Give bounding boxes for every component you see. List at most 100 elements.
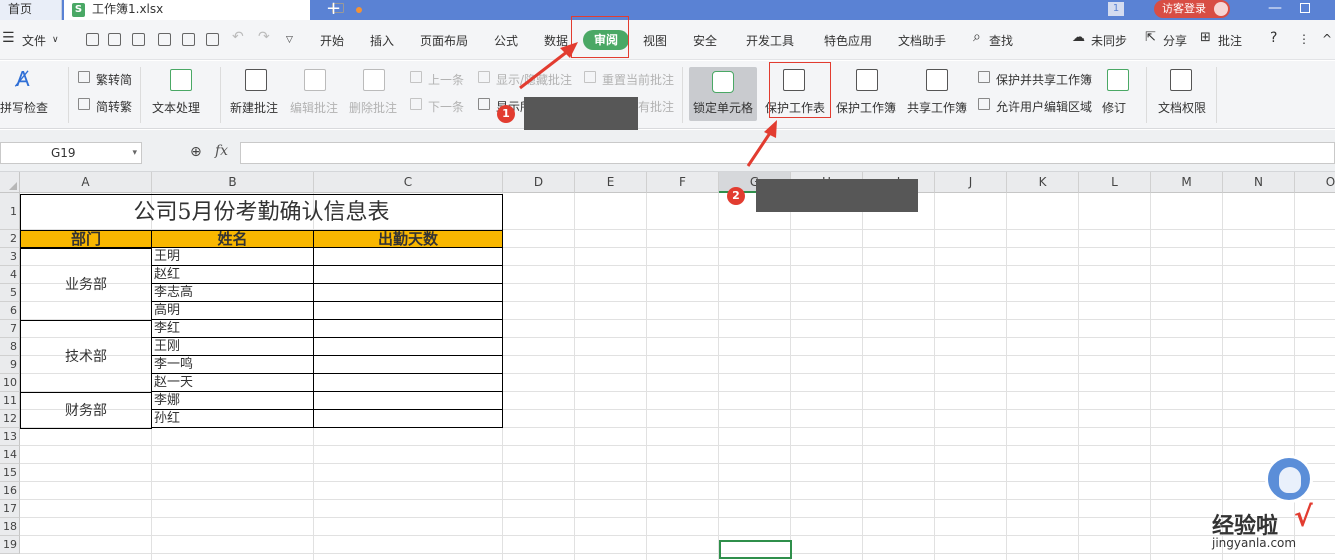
collapse-ribbon-icon[interactable]: ^ (1322, 32, 1332, 46)
revise-button[interactable]: 修订 (1102, 99, 1126, 116)
save-icon[interactable] (132, 33, 145, 46)
share-icon[interactable]: ⇱ (1145, 30, 1156, 45)
row-header-3[interactable]: 3 (0, 248, 20, 266)
share-button[interactable]: 分享 (1163, 32, 1187, 49)
sync-status[interactable]: 未同步 (1091, 32, 1127, 49)
row-header-17[interactable]: 17 (0, 500, 20, 518)
row-header-9[interactable]: 9 (0, 356, 20, 374)
tab-home[interactable]: 首页 (0, 0, 62, 20)
row-header-12[interactable]: 12 (0, 410, 20, 428)
attendance-days-cell[interactable] (314, 266, 503, 284)
export-pdf-icon[interactable] (158, 33, 171, 46)
share-workbook-button[interactable]: 共享工作簿 (907, 99, 967, 116)
row-header-16[interactable]: 16 (0, 482, 20, 500)
share-workbook-icon[interactable] (926, 69, 948, 91)
row-header-5[interactable]: 5 (0, 284, 20, 302)
search-icon[interactable]: ⌕ (973, 29, 981, 45)
print-preview-icon[interactable] (206, 33, 219, 46)
zoom-formula-icon[interactable]: ⊕ (190, 144, 202, 160)
menu-tab-developer[interactable]: 开发工具 (746, 32, 794, 49)
row-header-11[interactable]: 11 (0, 392, 20, 410)
row-header-6[interactable]: 6 (0, 302, 20, 320)
menu-tab-insert[interactable]: 插入 (370, 32, 394, 49)
dept-cell-finance[interactable]: 财务部 (20, 392, 152, 429)
undo-icon[interactable]: ↶ (232, 29, 244, 45)
revise-icon[interactable] (1107, 69, 1129, 91)
name-cell[interactable]: 王刚 (152, 338, 314, 356)
column-header-n[interactable]: N (1223, 172, 1295, 193)
chevron-down-icon[interactable]: ∨ (52, 35, 59, 45)
reset-current-comment-button[interactable]: 重置当前批注 (602, 71, 674, 88)
search-button[interactable]: 查找 (989, 32, 1013, 49)
window-count-badge[interactable]: 1 (1108, 2, 1124, 16)
row-header-4[interactable]: 4 (0, 266, 20, 284)
name-cell[interactable]: 李一鸣 (152, 356, 314, 374)
delete-comment-icon[interactable] (363, 69, 385, 91)
row-header-15[interactable]: 15 (0, 464, 20, 482)
name-cell[interactable]: 王明 (152, 248, 314, 266)
protect-workbook-button[interactable]: 保护工作簿 (836, 99, 896, 116)
row-header-13[interactable]: 13 (0, 428, 20, 446)
function-icon[interactable]: fx (215, 143, 228, 159)
attendance-days-cell[interactable] (314, 374, 503, 392)
name-cell[interactable]: 高明 (152, 302, 314, 320)
row-header-2[interactable]: 2 (0, 230, 20, 248)
comment-button[interactable]: 批注 (1218, 32, 1242, 49)
doc-permissions-button[interactable]: 文档权限 (1158, 99, 1206, 116)
name-box[interactable]: G19 ▾ (0, 142, 142, 164)
more-options-icon[interactable]: ⋮ (1298, 32, 1310, 46)
comment-icon[interactable]: ⊞ (1200, 30, 1211, 45)
attendance-days-cell[interactable] (314, 392, 503, 410)
edit-comment-button[interactable]: 编辑批注 (290, 99, 338, 116)
doc-permissions-icon[interactable] (1170, 69, 1192, 91)
spreadsheet-grid[interactable]: ABCDEFGHIJKLMNO 123456789101112131415161… (0, 172, 1335, 560)
row-header-10[interactable]: 10 (0, 374, 20, 392)
row-header-19[interactable]: 19 (0, 536, 20, 554)
new-comment-icon[interactable] (245, 69, 267, 91)
spell-check-icon[interactable]: A̸ (16, 67, 30, 91)
trad-to-simp-button[interactable]: 繁转简 (96, 71, 132, 88)
visitor-login-button[interactable]: 访客登录 (1154, 0, 1230, 18)
new-tab-button[interactable]: + (326, 0, 341, 19)
column-header-c[interactable]: C (314, 172, 503, 193)
menu-tab-security[interactable]: 安全 (693, 32, 717, 49)
menu-tab-special-apps[interactable]: 特色应用 (824, 32, 872, 49)
column-header-a[interactable]: A (20, 172, 152, 193)
column-header-b[interactable]: B (152, 172, 314, 193)
prev-comment-button[interactable]: 上一条 (428, 71, 464, 88)
attendance-days-cell[interactable] (314, 284, 503, 302)
menu-tab-page-layout[interactable]: 页面布局 (420, 32, 468, 49)
attendance-days-cell[interactable] (314, 410, 503, 428)
new-file-icon[interactable] (86, 33, 99, 46)
tab-document[interactable]: S 工作簿1.xlsx (64, 0, 362, 20)
column-header-e[interactable]: E (575, 172, 647, 193)
row-header-7[interactable]: 7 (0, 320, 20, 338)
name-cell[interactable]: 李娜 (152, 392, 314, 410)
formula-input[interactable] (240, 142, 1335, 164)
delete-comment-button[interactable]: 删除批注 (349, 99, 397, 116)
column-header-j[interactable]: J (935, 172, 1007, 193)
column-header-m[interactable]: M (1151, 172, 1223, 193)
row-header-18[interactable]: 18 (0, 518, 20, 536)
row-header-14[interactable]: 14 (0, 446, 20, 464)
column-header-l[interactable]: L (1079, 172, 1151, 193)
row-header-1[interactable]: 1 (0, 193, 20, 230)
menu-tab-home[interactable]: 开始 (320, 32, 344, 49)
header-department[interactable]: 部门 (20, 230, 152, 248)
attendance-days-cell[interactable] (314, 320, 503, 338)
header-name[interactable]: 姓名 (151, 230, 314, 248)
attendance-days-cell[interactable] (314, 302, 503, 320)
spell-check-button[interactable]: 拼写检查 (0, 99, 48, 116)
attendance-days-cell[interactable] (314, 356, 503, 374)
allow-edit-ranges-button[interactable]: 允许用户编辑区域 (996, 98, 1092, 115)
menu-tab-data[interactable]: 数据 (544, 32, 568, 49)
show-hide-comment-button[interactable]: 显示/隐藏批注 (496, 71, 572, 88)
edit-comment-icon[interactable] (304, 69, 326, 91)
menu-tab-doc-assistant[interactable]: 文档助手 (898, 32, 946, 49)
open-folder-icon[interactable] (108, 33, 121, 46)
attendance-days-cell[interactable] (314, 248, 503, 266)
menu-tab-view[interactable]: 视图 (643, 32, 667, 49)
name-cell[interactable]: 孙红 (152, 410, 314, 428)
name-cell[interactable]: 赵红 (152, 266, 314, 284)
next-comment-button[interactable]: 下一条 (428, 98, 464, 115)
